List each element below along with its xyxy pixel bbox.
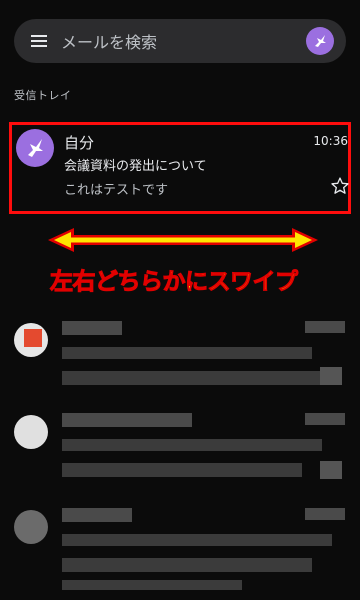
mail-time: 10:36 bbox=[313, 134, 348, 148]
star-icon[interactable] bbox=[330, 176, 350, 200]
mail-item[interactable]: 自分 10:36 会議資料の発出について これはテストです bbox=[9, 122, 351, 214]
mail-sender: 自分 bbox=[64, 134, 95, 152]
search-placeholder[interactable]: メールを検索 bbox=[61, 29, 306, 53]
inbox-label: 受信トレイ bbox=[14, 89, 72, 102]
account-avatar-icon bbox=[306, 27, 334, 55]
blurred-mail-row bbox=[0, 500, 360, 590]
double-arrow-icon bbox=[48, 228, 318, 252]
swipe-instruction: 左右どちらかにスワイプ bbox=[50, 269, 299, 296]
blurred-mail-row bbox=[0, 315, 360, 405]
search-bar[interactable]: メールを検索 bbox=[14, 19, 346, 63]
gmail-screen: メールを検索 受信トレイ 自分 10:36 会議資料の発出について これはテスト… bbox=[0, 0, 360, 600]
blurred-mail-row bbox=[0, 405, 360, 495]
mail-subject: 会議資料の発出について bbox=[64, 159, 207, 174]
account-avatar[interactable] bbox=[306, 27, 334, 55]
menu-icon[interactable] bbox=[31, 35, 47, 47]
mail-preview: これはテストです bbox=[64, 183, 169, 198]
sender-avatar[interactable] bbox=[16, 129, 54, 167]
sender-avatar-icon bbox=[16, 129, 54, 167]
